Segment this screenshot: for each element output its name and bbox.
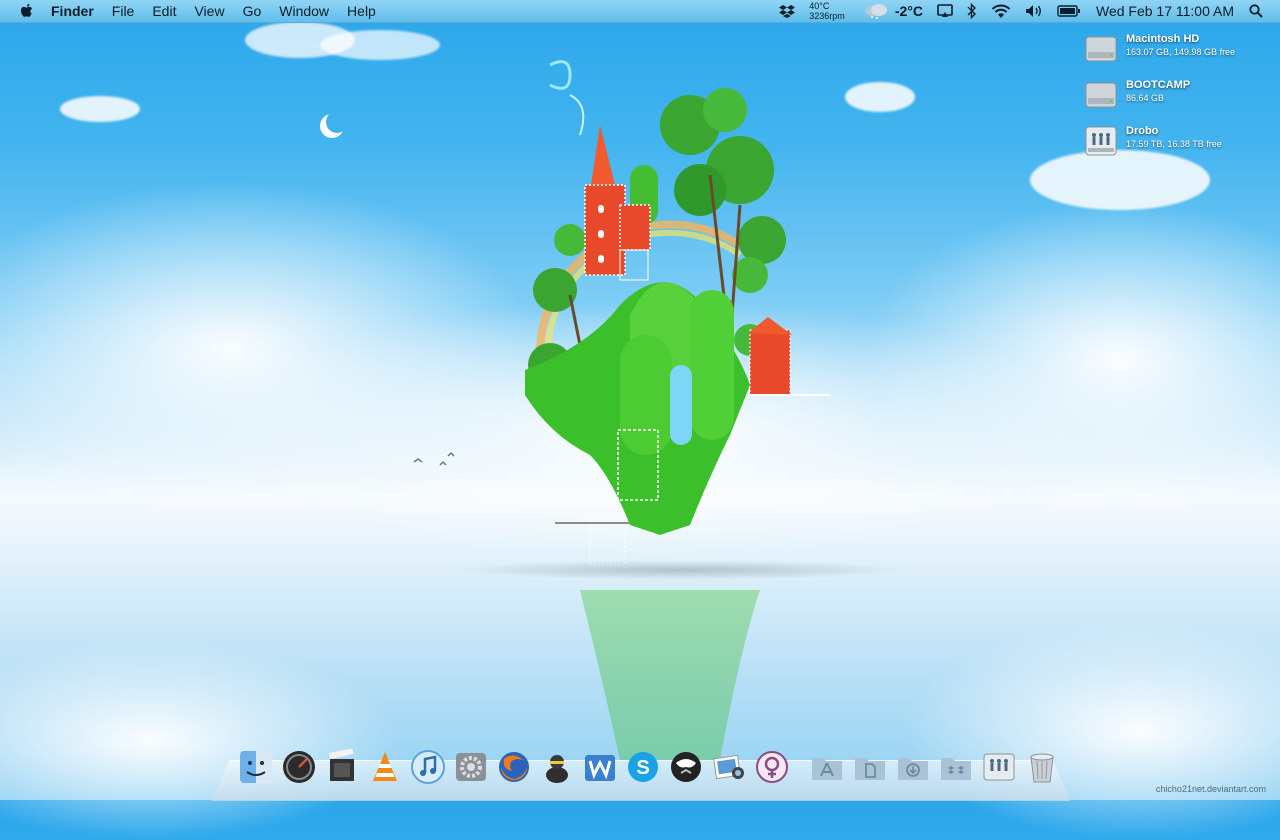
camino-icon[interactable] [667,748,705,786]
desktop-volumes: Macintosh HD 163.07 GB, 149.98 GB free B… [1084,32,1264,170]
adium-icon[interactable] [538,748,576,786]
vlc-icon[interactable] [366,748,404,786]
menu-edit[interactable]: Edit [143,0,185,22]
network-drive-icon [1085,126,1117,156]
menu-file[interactable]: File [103,0,144,22]
battery-icon[interactable] [1050,5,1088,17]
dropbox-folder-icon[interactable] [937,748,975,786]
itunes-icon[interactable] [409,748,447,786]
wifi-icon[interactable] [984,4,1018,19]
volume-name: Macintosh HD [1126,33,1200,45]
birds-decoration [413,451,455,466]
volume-name: Drobo [1126,125,1159,137]
firefox-icon[interactable] [495,748,533,786]
svg-text:S: S [636,757,649,779]
hard-drive-icon [1085,36,1117,62]
watermark-text: chicho21net.deviantart.com [1155,784,1266,794]
dashboard-icon[interactable] [280,748,318,786]
system-monitor-status[interactable]: 40°C 3236rpm [802,1,856,21]
dropbox-status-icon[interactable] [772,4,802,18]
volume-name: BOOTCAMP [1126,79,1191,91]
fan-speed-text: 3236rpm [809,11,845,21]
volume-info: 17.59 TB, 16.38 TB free [1126,139,1222,149]
system-preferences-icon[interactable] [452,748,490,786]
finder-icon[interactable] [237,748,275,786]
volume-icon[interactable] [1018,4,1050,18]
documents-folder-icon[interactable] [851,748,889,786]
volume-info: 163.07 GB, 149.98 GB free [1126,47,1236,57]
cloud-snow-icon [864,4,887,19]
island-reflection [580,590,760,760]
menu-window[interactable]: Window [270,0,338,22]
cpu-temp-text: 40°C [809,1,830,11]
volume-bootcamp[interactable]: BOOTCAMP 86.64 GB [1084,78,1264,124]
weather-status[interactable]: -2°C [856,3,930,19]
drobo-dock-icon[interactable] [980,748,1018,786]
final-cut-icon[interactable] [323,748,361,786]
trash-icon[interactable] [1023,748,1061,786]
volume-drobo[interactable]: Drobo 17.59 TB, 16.38 TB free [1084,124,1264,170]
menubar-clock[interactable]: Wed Feb 17 11:00 AM [1088,3,1242,19]
airplay-icon[interactable] [930,4,960,18]
gender-app-icon[interactable] [753,748,791,786]
word-icon[interactable] [581,748,619,786]
moon-icon [320,112,346,138]
applications-folder-icon[interactable] [808,748,846,786]
floating-island-artwork [525,60,830,566]
iphoto-icon[interactable] [710,748,748,786]
dock: S [234,744,1063,786]
skype-icon[interactable]: S [624,748,662,786]
hard-drive-icon [1085,82,1117,108]
menu-help[interactable]: Help [338,0,385,22]
weather-temp-text: -2°C [894,3,923,19]
bluetooth-icon[interactable] [960,3,984,19]
downloads-folder-icon[interactable] [894,748,932,786]
app-menu-finder[interactable]: Finder [42,0,103,22]
volume-macintosh-hd[interactable]: Macintosh HD 163.07 GB, 149.98 GB free [1084,32,1264,78]
menu-go[interactable]: Go [234,0,271,22]
spotlight-search-icon[interactable] [1242,4,1270,18]
menu-view[interactable]: View [185,0,233,22]
apple-menu-icon[interactable] [12,3,42,19]
volume-info: 86.64 GB [1126,93,1165,103]
menu-bar: Finder File Edit View Go Window Help 40°… [0,0,1280,23]
dock-separator [793,748,805,786]
